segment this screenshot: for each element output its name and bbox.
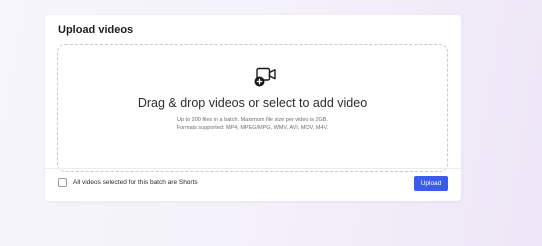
supported-formats-note: Formats supported: MP4, MPEG/MPG, WMV, A…	[176, 125, 329, 131]
upload-button[interactable]: Upload	[414, 176, 448, 191]
footer-divider	[45, 168, 461, 169]
video-dropzone[interactable]: Drag & drop videos or select to add vide…	[57, 44, 448, 172]
upload-limits-note: Up to 200 files in a batch. Maximum file…	[176, 117, 328, 123]
dropzone-heading: Drag & drop videos or select to add vide…	[137, 96, 368, 110]
shorts-checkbox[interactable]	[58, 178, 67, 187]
upload-videos-card: Upload videos Drag & drop videos or sele…	[45, 15, 461, 201]
card-title: Upload videos	[58, 24, 134, 36]
video-add-icon	[254, 67, 276, 87]
shorts-checkbox-label[interactable]: All videos selected for this batch are S…	[73, 179, 198, 186]
